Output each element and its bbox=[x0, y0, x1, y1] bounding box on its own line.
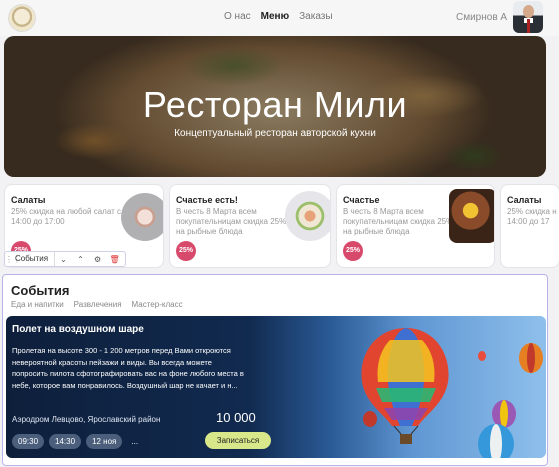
tab-entertainment[interactable]: Развлечения bbox=[74, 300, 122, 309]
discount-badge: 25% bbox=[176, 241, 196, 261]
user-avatar[interactable] bbox=[513, 1, 543, 33]
event-price: 10 000 bbox=[216, 410, 256, 425]
promo-description: 25% скидка н 14:00 до 17 bbox=[507, 207, 557, 226]
event-card[interactable]: Полет на воздушном шаре Пролетая на высо… bbox=[6, 316, 546, 458]
main-balloon-icon bbox=[361, 328, 449, 444]
promo-title: Счастье bbox=[343, 195, 380, 205]
top-bar: О нас Меню Заказы Смирнов А bbox=[0, 0, 559, 36]
restaurant-logo[interactable] bbox=[8, 4, 36, 32]
nav-menu[interactable]: Меню bbox=[261, 11, 289, 22]
block-label: События bbox=[13, 252, 56, 266]
chevron-down-icon[interactable]: ⌄ bbox=[55, 255, 72, 264]
block-toolbar: ⋮⋮ События ⌄ ⌃ ⚙ 🗑 bbox=[4, 251, 126, 267]
events-tabs: Еда и напитки Развлечения Мастер-класс bbox=[11, 300, 183, 309]
events-section: События Еда и напитки Развлечения Мастер… bbox=[2, 274, 548, 466]
balloon-small-4-icon bbox=[363, 411, 377, 427]
hero-title: Ресторан Мили bbox=[142, 84, 408, 125]
drag-handle-icon[interactable]: ⋮⋮ bbox=[5, 255, 21, 264]
time-slot-chip[interactable]: 09:30 bbox=[12, 434, 45, 449]
time-slot-chip[interactable]: 14:30 bbox=[49, 434, 82, 449]
user-name[interactable]: Смирнов А bbox=[456, 12, 507, 23]
promo-card[interactable]: Салаты 25% скидка н 14:00 до 17 bbox=[500, 184, 559, 268]
nav-about[interactable]: О нас bbox=[224, 11, 251, 22]
promo-card[interactable]: Счастье есть! В честь 8 Марта всем покупа… bbox=[169, 184, 331, 268]
balloon-small-5-icon bbox=[478, 351, 486, 361]
meat-dish-image bbox=[449, 189, 494, 243]
seafood-dish-image bbox=[285, 191, 330, 241]
main-nav: О нас Меню Заказы bbox=[224, 11, 333, 22]
nav-orders[interactable]: Заказы bbox=[299, 11, 332, 22]
event-description: Пролетая на высоте 300 - 1 200 метров пе… bbox=[12, 346, 244, 390]
event-location: Аэродром Левцово, Ярославский район bbox=[12, 415, 161, 424]
settings-icon[interactable]: ⚙ bbox=[89, 255, 106, 264]
event-name: Полет на воздушном шаре bbox=[12, 324, 144, 335]
more-slots[interactable]: ... bbox=[127, 434, 142, 449]
events-title: События bbox=[11, 283, 70, 298]
hot-air-balloons-image bbox=[361, 328, 543, 458]
promo-card[interactable]: Счастье В честь 8 Марта всем покупательни… bbox=[336, 184, 495, 268]
salad-dish-image bbox=[121, 193, 163, 241]
discount-badge: 25% bbox=[343, 241, 363, 261]
date-slot-chip[interactable]: 12 ноя bbox=[86, 434, 123, 449]
promo-description: В честь 8 Марта всем покупательницам скид… bbox=[176, 207, 287, 236]
promo-title: Салаты bbox=[11, 195, 46, 205]
promo-description: 25% скидка на любой салат с 14:00 до 17:0… bbox=[11, 207, 121, 226]
hero-banner: Ресторан Мили Концептуальный ресторан ав… bbox=[4, 36, 546, 177]
book-button[interactable]: Записаться bbox=[205, 432, 271, 449]
chevron-up-icon[interactable]: ⌃ bbox=[72, 255, 89, 264]
balloon-small-1-icon bbox=[519, 343, 543, 373]
trash-icon[interactable]: 🗑 bbox=[106, 255, 123, 264]
promo-title: Салаты bbox=[507, 195, 542, 205]
balloon-small-3-icon bbox=[478, 424, 514, 458]
promo-description: В честь 8 Марта всем покупательницам скид… bbox=[343, 207, 454, 236]
hero-subtitle: Концептуальный ресторан авторской кухни bbox=[174, 128, 376, 139]
tab-food[interactable]: Еда и напитки bbox=[11, 300, 64, 309]
promo-title: Счастье есть! bbox=[176, 195, 238, 205]
balloon-small-2-icon bbox=[492, 400, 516, 428]
tab-masterclass[interactable]: Мастер-класс bbox=[132, 300, 183, 309]
time-slots: 09:30 14:30 12 ноя ... bbox=[12, 434, 142, 449]
